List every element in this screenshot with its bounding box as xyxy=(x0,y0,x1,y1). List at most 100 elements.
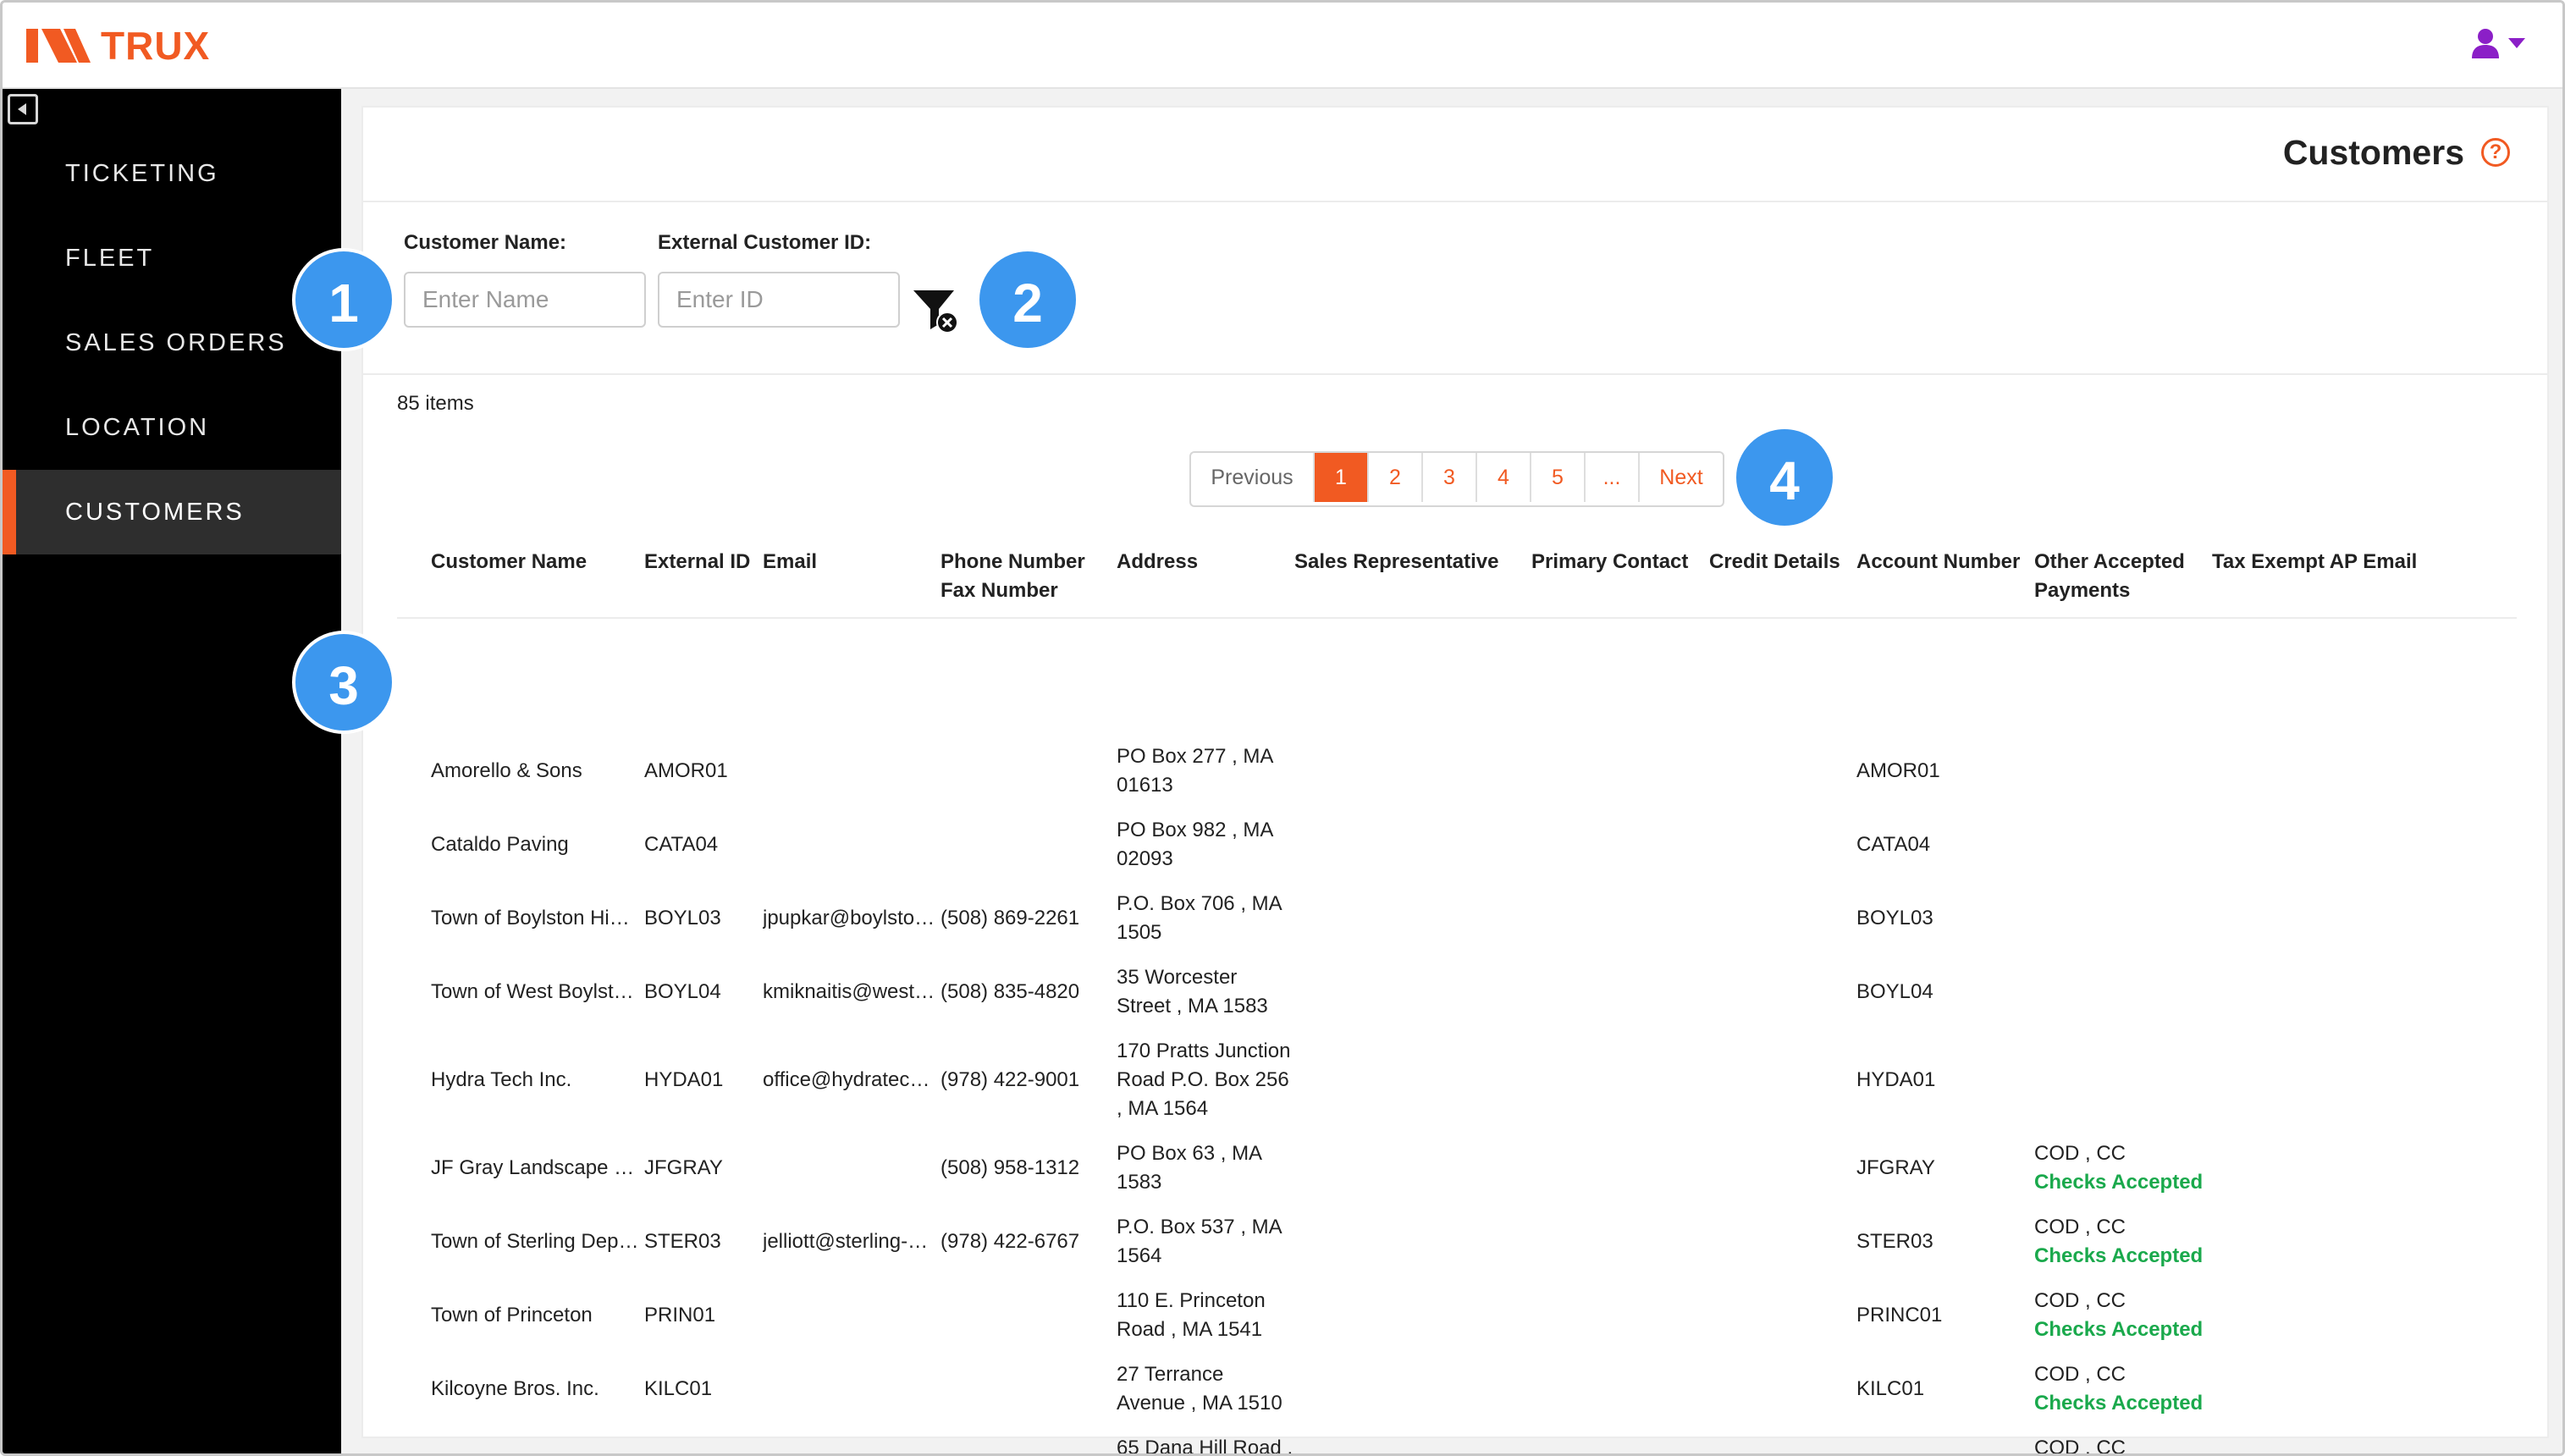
cell-customer-name[interactable]: Kilcoyne Bros. Inc. xyxy=(431,1375,639,1404)
cell-other-payments: COD , CC xyxy=(2034,1363,2126,1386)
pagination-ellipsis[interactable]: ... xyxy=(1584,453,1638,502)
column-header-address[interactable]: Address xyxy=(1117,548,1198,576)
cell-address-line: 02093 xyxy=(1117,847,1173,870)
column-header-credit-details[interactable]: Credit Details xyxy=(1709,548,1840,576)
sidebar-item-location[interactable]: LOCATION xyxy=(3,385,341,470)
collapse-sidebar-button[interactable] xyxy=(8,94,38,124)
cell-account-number: JFGRAY xyxy=(1856,1156,1935,1179)
column-header-account-number[interactable]: Account Number xyxy=(1856,548,2020,576)
cell-phone: (508) 869-2261 xyxy=(940,907,1080,929)
cell-other-payments: COD , CC xyxy=(2034,1142,2126,1165)
cell-customer-name[interactable]: Hydra Tech Inc. xyxy=(431,1066,639,1095)
cell-address-line: 65 Dana Hill Road , xyxy=(1117,1437,1294,1456)
sidebar: TICKETING FLEET SALES ORDERS LOCATION CU… xyxy=(3,89,341,1453)
cell-checks-accepted: Checks Accepted xyxy=(2034,1244,2204,1267)
filter-clear-icon xyxy=(913,290,958,334)
cell-customer-name[interactable]: Cataldo Paving xyxy=(431,830,639,859)
cell-customer-name[interactable]: Geneva Paving xyxy=(431,1448,639,1453)
column-header-tax-exempt-ap-email[interactable]: Tax Exempt AP Email xyxy=(2212,548,2417,576)
cell-external-id: BOYL04 xyxy=(644,980,721,1003)
customer-name-input[interactable] xyxy=(404,272,646,328)
logo-text: TRUX xyxy=(101,24,211,68)
cell-account-number: CATA04 xyxy=(1856,833,1931,856)
cell-phone: (978) 422-7110 xyxy=(940,1448,1115,1453)
cell-account-number: AMOR01 xyxy=(1856,759,1940,782)
cell-email[interactable]: kmiknaitis@west… xyxy=(763,978,939,1007)
cell-checks-accepted: Checks Accepted xyxy=(2034,1392,2204,1415)
results-count: 85 items xyxy=(397,392,474,415)
cell-account-number: STER03 xyxy=(1856,1230,1933,1253)
annotation-badge-4: 4 xyxy=(1733,426,1836,529)
cell-external-id: BOYL03 xyxy=(644,907,721,929)
page-header: Customers ? xyxy=(363,108,2547,202)
user-menu[interactable] xyxy=(2471,28,2525,58)
user-icon xyxy=(2472,29,2499,58)
logo[interactable]: TRUX xyxy=(26,26,210,65)
column-header-sales-representative[interactable]: Sales Representative xyxy=(1294,548,1498,576)
sidebar-item-sales-orders[interactable]: SALES ORDERS xyxy=(3,301,341,385)
cell-checks-accepted: Checks Accepted xyxy=(2034,1318,2204,1341)
column-header-email[interactable]: Email xyxy=(763,548,817,576)
cell-phone: (508) 958-1312 xyxy=(940,1156,1080,1179)
column-header-customer-name[interactable]: Customer Name xyxy=(431,548,587,576)
logo-mark-icon xyxy=(26,29,91,63)
cell-address-line: P.O. Box 706 , MA xyxy=(1117,892,1282,915)
cell-address-line: 35 Worcester xyxy=(1117,966,1238,989)
column-header-phone[interactable]: Phone Number Fax Number xyxy=(940,548,1085,605)
annotation-badge-3: 3 xyxy=(292,631,395,734)
cell-external-id: CATA04 xyxy=(644,833,719,856)
pagination-previous-button[interactable]: Previous xyxy=(1191,453,1313,502)
cell-account-number: BOYL03 xyxy=(1856,907,1933,929)
column-header-external-id[interactable]: External ID xyxy=(644,548,750,576)
cell-phone: (978) 422-6767 xyxy=(940,1230,1080,1253)
table-header-divider xyxy=(397,617,2517,619)
cell-customer-name[interactable]: JF Gray Landscape … xyxy=(431,1154,639,1183)
pagination-page-2[interactable]: 2 xyxy=(1367,453,1421,502)
column-header-phone-number: Phone Number xyxy=(940,550,1085,573)
column-header-other-accepted-payments[interactable]: Other Accepted Payments xyxy=(2034,548,2185,605)
cell-external-id: HYDA01 xyxy=(644,1068,724,1091)
cell-customer-name[interactable]: Town of Princeton xyxy=(431,1301,639,1330)
pagination-page-4[interactable]: 4 xyxy=(1476,453,1530,502)
cell-customer-name[interactable]: Town of West Boylst… xyxy=(431,978,639,1007)
column-header-primary-contact[interactable]: Primary Contact xyxy=(1531,548,1688,576)
cell-customer-name[interactable]: Town of Boylston Hi… xyxy=(431,904,639,933)
cell-external-id: STER03 xyxy=(644,1230,721,1253)
cell-email[interactable]: office@hydratech… xyxy=(763,1066,939,1095)
cell-account-number: HYDA01 xyxy=(1856,1068,1936,1091)
pagination-next-button[interactable]: Next xyxy=(1638,453,1723,502)
cell-address-line: P.O. Box 537 , MA xyxy=(1117,1216,1282,1238)
cell-address-line: PO Box 982 , MA xyxy=(1117,819,1274,841)
cell-customer-name[interactable]: Town of Sterling Dep… xyxy=(431,1227,639,1256)
sidebar-item-customers[interactable]: CUSTOMERS xyxy=(3,470,341,554)
cell-external-id: PRIN01 xyxy=(644,1304,716,1326)
cell-account-number: KILC01 xyxy=(1856,1377,1925,1400)
cell-email[interactable]: jpupkar@boylsto… xyxy=(763,904,939,933)
annotation-badge-1: 1 xyxy=(292,248,395,351)
cell-address-line: 1564 xyxy=(1117,1244,1162,1267)
external-customer-id-input[interactable] xyxy=(658,272,900,328)
pagination-page-3[interactable]: 3 xyxy=(1421,453,1476,502)
cell-account-number: BOYL04 xyxy=(1856,980,1933,1003)
top-bar: TRUX xyxy=(3,3,2562,89)
cell-email[interactable]: jelliott@sterling-… xyxy=(763,1227,939,1256)
pagination-page-1[interactable]: 1 xyxy=(1313,453,1367,502)
cell-account-number: GENE05 xyxy=(1856,1448,2031,1453)
column-header-other-accepted-line2: Payments xyxy=(2034,579,2131,602)
clear-filters-button[interactable] xyxy=(912,287,959,334)
cell-checks-accepted: Checks Accepted xyxy=(2034,1171,2204,1194)
pagination: Previous 1 2 3 4 5 ... Next xyxy=(1189,451,1724,507)
cell-other-payments: COD , CC xyxy=(2034,1216,2126,1238)
cell-address-line: , MA 1564 xyxy=(1117,1097,1209,1120)
cell-external-id: GENE05 xyxy=(644,1448,759,1453)
app-window: TRUX TICKETING FLEET SALES ORDERS LOCATI… xyxy=(0,0,2565,1456)
help-icon[interactable]: ? xyxy=(2481,138,2510,167)
cell-address-line: Road P.O. Box 256 xyxy=(1117,1068,1289,1091)
sidebar-item-ticketing[interactable]: TICKETING xyxy=(3,131,341,216)
cell-external-id: AMOR01 xyxy=(644,759,728,782)
cell-address-line: 01613 xyxy=(1117,774,1173,797)
pagination-page-5[interactable]: 5 xyxy=(1530,453,1584,502)
sidebar-nav: TICKETING FLEET SALES ORDERS LOCATION CU… xyxy=(3,131,341,554)
cell-customer-name[interactable]: Amorello & Sons xyxy=(431,757,639,786)
sidebar-item-fleet[interactable]: FLEET xyxy=(3,216,341,301)
